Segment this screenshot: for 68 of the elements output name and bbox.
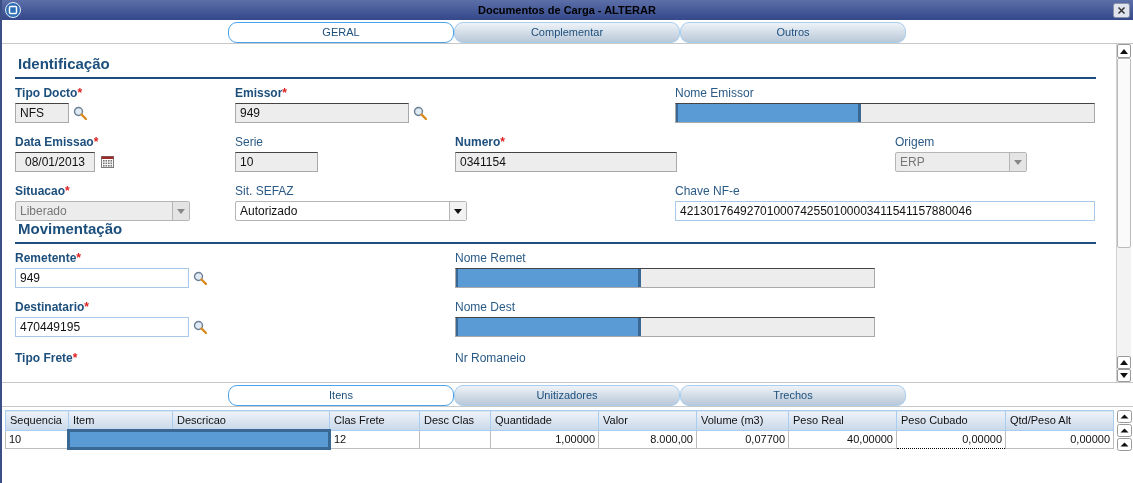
field-label: Origem	[895, 135, 935, 149]
field-label: Numero	[455, 135, 501, 149]
tab[interactable]: Complementar	[454, 22, 680, 43]
table-cell: 1,00000	[490, 430, 599, 448]
scroll-up-icon[interactable]	[1117, 438, 1132, 451]
tab[interactable]: GERAL	[228, 22, 454, 43]
field-label: Remetente	[15, 251, 77, 265]
required-mark: *	[93, 135, 99, 149]
search-icon[interactable]	[193, 320, 207, 334]
scroll-down-icon[interactable]	[1120, 373, 1128, 378]
input-field[interactable]: 42130176492701000742550100003411541157880046	[675, 201, 1095, 221]
input-field[interactable]: 470449195	[15, 317, 189, 337]
table-cell: 0,07700	[696, 430, 789, 448]
tab[interactable]: Itens	[228, 385, 454, 406]
field-label: Emissor	[235, 86, 283, 100]
window-title: Documentos de Carga - ALTERAR	[478, 2, 656, 18]
column-header[interactable]: Quantidade	[490, 410, 599, 431]
tab[interactable]: Trechos	[680, 385, 906, 406]
required-mark: *	[65, 184, 70, 198]
search-icon[interactable]	[193, 271, 207, 285]
field-label: Chave NF-e	[675, 184, 740, 198]
scroll-up-icon[interactable]	[1117, 410, 1132, 423]
column-header[interactable]: Clas Frete	[329, 410, 420, 431]
dropdown[interactable]: Autorizado	[235, 201, 467, 221]
field-label: Nome Remet	[455, 251, 526, 265]
section-heading: Identificação	[17, 55, 110, 72]
field-label: Nome Emissor	[675, 86, 754, 100]
column-header[interactable]: Sequencia	[5, 410, 69, 431]
dropdown-arrow-icon[interactable]	[454, 208, 462, 214]
required-mark: *	[84, 300, 90, 314]
required-mark: *	[76, 251, 82, 265]
scroll-up-icon[interactable]	[1117, 424, 1132, 437]
required-mark: *	[77, 86, 83, 100]
field-label: Tipo Docto	[15, 86, 78, 100]
table-cell: 40,00000	[788, 430, 897, 448]
field-label: Destinatario	[15, 300, 85, 314]
close-icon[interactable]	[1113, 2, 1130, 18]
tab[interactable]: Unitizadores	[454, 385, 680, 406]
field-label: Situacao	[15, 184, 65, 198]
table-cell: 8.000,00	[598, 430, 697, 448]
tab[interactable]: Outros	[680, 22, 906, 43]
column-header[interactable]: Qtd/Peso Alt	[1005, 410, 1114, 431]
scroll-up-icon[interactable]	[1120, 360, 1128, 365]
field-label: Data Emissao	[15, 135, 94, 149]
required-mark: *	[500, 135, 505, 149]
section-heading: Movimentação	[17, 220, 123, 237]
column-header[interactable]: Item	[68, 410, 173, 431]
app-icon	[5, 2, 21, 18]
column-header[interactable]: Descricao	[172, 410, 330, 431]
field-label: Nr Romaneio	[455, 351, 526, 365]
input-field[interactable]: 949	[15, 268, 189, 288]
field-label: Tipo Frete	[15, 351, 73, 365]
column-header[interactable]: Peso Real	[788, 410, 897, 431]
table-cell: 12	[329, 430, 420, 448]
scroll-up-icon[interactable]	[1120, 48, 1128, 54]
scrollbar[interactable]	[1116, 44, 1131, 382]
required-mark: *	[282, 86, 288, 100]
column-header[interactable]: Volume (m3)	[696, 410, 789, 431]
table-cell: 0,00000	[1005, 430, 1114, 448]
column-header[interactable]: Peso Cubado	[896, 410, 1006, 431]
column-header[interactable]: Valor	[598, 410, 697, 431]
field-label: Nome Dest	[455, 300, 516, 314]
calendar-icon[interactable]	[101, 156, 114, 168]
required-mark: *	[72, 351, 78, 365]
field-label: Serie	[235, 135, 263, 149]
field-label: Sit. SEFAZ	[235, 184, 294, 198]
column-header[interactable]: Desc Clas	[419, 410, 491, 431]
scrollbar-thumb[interactable]	[1117, 58, 1131, 248]
